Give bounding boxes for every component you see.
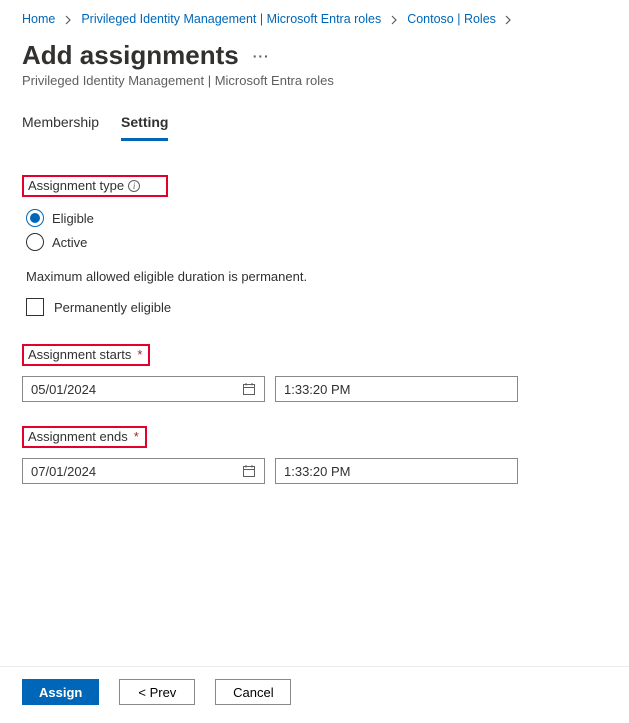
assign-button[interactable]: Assign [22, 679, 99, 705]
radio-icon [26, 233, 44, 251]
radio-eligible[interactable]: Eligible [26, 209, 607, 227]
permanently-eligible-label: Permanently eligible [54, 300, 171, 315]
tab-setting[interactable]: Setting [121, 108, 168, 141]
breadcrumb-home[interactable]: Home [22, 12, 55, 26]
assignment-starts-label: Assignment starts [28, 347, 131, 362]
ends-date-input[interactable]: 07/01/2024 [22, 458, 265, 484]
assignment-type-label: Assignment type [28, 178, 124, 193]
required-asterisk: * [137, 347, 142, 362]
ends-time-input[interactable]: 1:33:20 PM [275, 458, 518, 484]
radio-icon [26, 209, 44, 227]
footer-bar: Assign < Prev Cancel [0, 666, 629, 723]
page-subtitle: Privileged Identity Management | Microso… [22, 73, 607, 88]
calendar-icon[interactable] [242, 464, 256, 478]
assignment-ends-label: Assignment ends [28, 429, 128, 444]
max-duration-note: Maximum allowed eligible duration is per… [26, 269, 607, 284]
tab-membership[interactable]: Membership [22, 108, 99, 141]
ends-date-value: 07/01/2024 [31, 464, 96, 479]
chevron-right-icon [391, 15, 398, 25]
chevron-right-icon [505, 15, 512, 25]
calendar-icon[interactable] [242, 382, 256, 396]
radio-eligible-label: Eligible [52, 211, 94, 226]
starts-date-value: 05/01/2024 [31, 382, 96, 397]
permanently-eligible-checkbox[interactable]: Permanently eligible [26, 298, 607, 316]
starts-date-input[interactable]: 05/01/2024 [22, 376, 265, 402]
checkbox-icon [26, 298, 44, 316]
info-icon[interactable]: i [128, 180, 140, 192]
ends-time-value: 1:33:20 PM [284, 464, 351, 479]
assignment-type-radio-group: Eligible Active [26, 209, 607, 251]
starts-time-input[interactable]: 1:33:20 PM [275, 376, 518, 402]
prev-button[interactable]: < Prev [119, 679, 195, 705]
more-icon[interactable]: ··· [253, 48, 270, 64]
page-title-row: Add assignments ··· [22, 40, 607, 71]
page-title: Add assignments [22, 40, 239, 71]
radio-active-label: Active [52, 235, 87, 250]
radio-active[interactable]: Active [26, 233, 607, 251]
breadcrumb: Home Privileged Identity Management | Mi… [22, 10, 607, 36]
tab-strip: Membership Setting [22, 108, 607, 141]
breadcrumb-pim[interactable]: Privileged Identity Management | Microso… [81, 12, 381, 26]
breadcrumb-contoso[interactable]: Contoso | Roles [407, 12, 496, 26]
starts-time-value: 1:33:20 PM [284, 382, 351, 397]
required-asterisk: * [134, 429, 139, 444]
cancel-button[interactable]: Cancel [215, 679, 291, 705]
chevron-right-icon [65, 15, 72, 25]
